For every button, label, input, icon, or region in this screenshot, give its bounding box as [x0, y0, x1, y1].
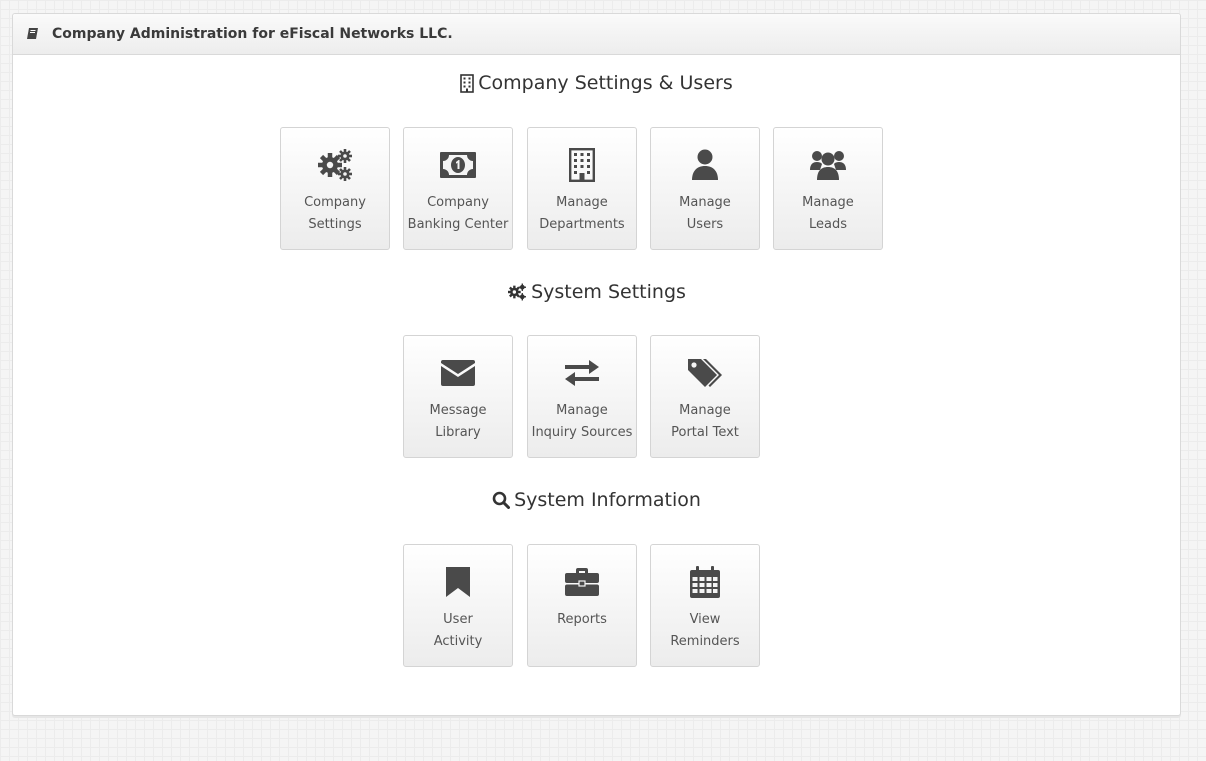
- tile-label-line2: Banking Center: [407, 217, 509, 232]
- panel-title: Company Administration for eFiscal Netwo…: [52, 26, 453, 42]
- user-activity-tile[interactable]: User Activity: [403, 544, 513, 667]
- manage-departments-tile[interactable]: Manage Departments: [527, 127, 637, 250]
- tile-label: Company Banking Center: [404, 192, 512, 236]
- company-settings-tile[interactable]: Company Settings: [280, 127, 390, 250]
- tile-label-line2: Settings: [308, 217, 362, 232]
- tile-label-line2: Inquiry Sources: [531, 425, 633, 440]
- tile-label: Manage Leads: [774, 192, 882, 236]
- tile-label-line1: Company: [304, 195, 366, 210]
- tile-label-line1: View: [689, 612, 721, 627]
- building-icon: [528, 148, 636, 182]
- search-icon: [492, 491, 511, 509]
- briefcase-icon: [528, 565, 636, 599]
- book-icon: [26, 27, 40, 41]
- tile-label-line2: Reminders: [670, 634, 740, 649]
- tile-label-line1: Manage: [679, 403, 731, 418]
- tile-label-line2: Leads: [808, 217, 847, 232]
- manage-leads-tile[interactable]: Manage Leads: [773, 127, 883, 250]
- message-library-tile[interactable]: Message Library: [403, 335, 513, 458]
- tile-label-line2: Activity: [433, 634, 483, 649]
- tile-label-line2: Library: [435, 425, 481, 440]
- section-title-system-settings: System Settings: [13, 281, 1180, 303]
- tile-label-line1: Manage: [679, 195, 731, 210]
- tile-label: View Reminders: [651, 609, 759, 653]
- bookmark-icon: [404, 565, 512, 599]
- portal-text-tile[interactable]: Manage Portal Text: [650, 335, 760, 458]
- calendar-icon: [651, 565, 759, 599]
- cogs-icon: [281, 148, 389, 182]
- building-icon: [460, 73, 475, 93]
- tile-label-line1: Reports: [557, 612, 607, 627]
- admin-panel: Company Administration for eFiscal Netwo…: [12, 13, 1181, 716]
- tile-label-line1: Manage: [556, 403, 608, 418]
- envelope-icon: [404, 356, 512, 390]
- tile-label-line2: Departments: [539, 217, 625, 232]
- tile-label: Manage Portal Text: [651, 400, 759, 444]
- tile-label-line2: Portal Text: [671, 425, 739, 440]
- tile-label-line1: Message: [429, 403, 487, 418]
- money-icon: [404, 148, 512, 182]
- section-title-system-information: System Information: [13, 489, 1180, 511]
- tile-label: Reports: [528, 609, 636, 631]
- manage-users-tile[interactable]: Manage Users: [650, 127, 760, 250]
- tile-label-line2: Users: [686, 217, 724, 232]
- tags-icon: [651, 356, 759, 390]
- section-title-company: Company Settings & Users: [13, 72, 1180, 94]
- section-title-text: System Settings: [531, 281, 686, 303]
- section-title-text: System Information: [514, 489, 701, 511]
- tile-label-line1: Manage: [556, 195, 608, 210]
- tile-label-line1: Company: [427, 195, 489, 210]
- cogs-icon: [507, 283, 527, 301]
- tile-label: User Activity: [404, 609, 512, 653]
- tile-label-line1: Manage: [802, 195, 854, 210]
- user-icon: [651, 148, 759, 182]
- section-title-text: Company Settings & Users: [478, 72, 733, 94]
- reports-tile[interactable]: Reports: [527, 544, 637, 667]
- view-reminders-tile[interactable]: View Reminders: [650, 544, 760, 667]
- tile-label: Company Settings: [281, 192, 389, 236]
- tile-label: Manage Users: [651, 192, 759, 236]
- exchange-icon: [528, 356, 636, 390]
- tile-label: Manage Inquiry Sources: [528, 400, 636, 444]
- tile-label: Message Library: [404, 400, 512, 444]
- inquiry-sources-tile[interactable]: Manage Inquiry Sources: [527, 335, 637, 458]
- panel-header: Company Administration for eFiscal Netwo…: [13, 14, 1180, 55]
- tile-label: Manage Departments: [528, 192, 636, 236]
- tile-label-line1: User: [443, 612, 473, 627]
- banking-center-tile[interactable]: Company Banking Center: [403, 127, 513, 250]
- users-icon: [774, 148, 882, 182]
